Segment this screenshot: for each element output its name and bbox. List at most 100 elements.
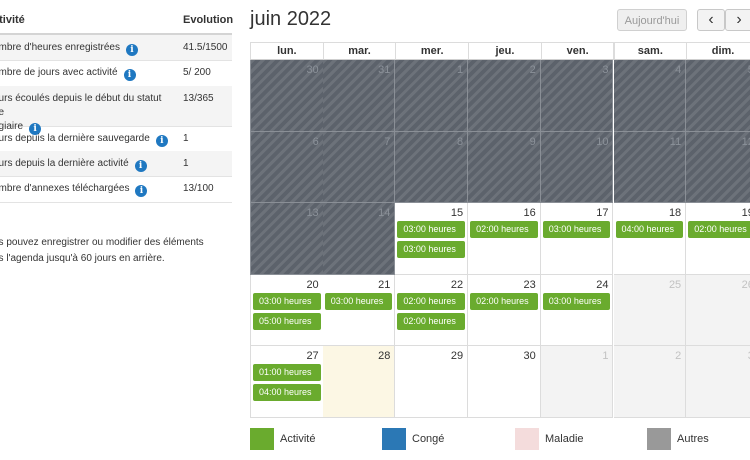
calendar-day-cell[interactable]: 5 xyxy=(686,60,750,132)
day-number: 28 xyxy=(378,350,391,362)
info-icon[interactable]: i xyxy=(123,69,136,81)
activity-event[interactable]: 04:00 heures xyxy=(615,221,684,238)
activity-event[interactable]: 01:00 heures xyxy=(253,364,321,381)
day-number: 29 xyxy=(450,350,464,362)
day-number: 1 xyxy=(602,350,609,362)
info-icon[interactable]: i xyxy=(155,135,168,147)
calendar-day-cell[interactable]: 1 xyxy=(395,60,469,132)
activity-event[interactable]: 02:00 heures xyxy=(470,292,538,310)
activity-event[interactable]: 03:00 heures xyxy=(542,221,611,238)
calendar-day-cell[interactable]: 28 xyxy=(322,346,396,418)
legend-swatch-conge xyxy=(382,428,406,450)
day-number: 24 xyxy=(596,278,609,291)
calendar-day-cell[interactable]: 23 02:00 heures xyxy=(468,274,541,346)
calendar-day-cell[interactable]: 18 04:00 heures xyxy=(613,203,687,275)
activity-event[interactable]: 03:00 heures xyxy=(397,241,466,258)
weekday-header: lun. xyxy=(250,42,324,60)
calendar-day-cell[interactable]: 3 xyxy=(686,346,750,418)
calendar-day-cell[interactable]: 14 xyxy=(322,203,396,275)
activity-event[interactable]: 02:00 heures xyxy=(397,312,466,330)
day-number: 12 xyxy=(741,135,750,148)
legend-label-maladie: Maladie xyxy=(545,433,584,445)
stat-row-days-activity: ombre de jours avec activité i 5/ 200 xyxy=(0,60,232,87)
calendar-day-cell[interactable]: 22 02:00 heures 02:00 heures xyxy=(395,274,469,346)
prev-month-button[interactable]: ‹ xyxy=(697,9,725,31)
calendar-day-cell[interactable]: 4 xyxy=(613,60,687,132)
calendar-day-cell[interactable]: 30 xyxy=(468,346,541,418)
stat-value: 5/ 200 xyxy=(183,67,211,78)
day-number: 2 xyxy=(529,64,536,76)
calendar-day-cell[interactable]: 1 xyxy=(540,346,614,418)
calendar-day-cell[interactable]: 10 xyxy=(540,131,614,203)
calendar-day-cell[interactable]: 30 xyxy=(250,60,324,132)
activity-event[interactable]: 05:00 heures xyxy=(253,312,321,330)
calendar-day-cell[interactable]: 26 xyxy=(686,274,750,346)
activity-event[interactable]: 02:00 heures xyxy=(470,221,538,238)
calendar-day-cell[interactable]: 11 xyxy=(613,131,687,203)
day-number: 30 xyxy=(306,64,319,76)
activity-event[interactable]: 03:00 heures xyxy=(542,292,611,310)
calendar-day-cell[interactable]: 16 02:00 heures xyxy=(468,203,541,275)
stat-label: ours depuis la dernière activité xyxy=(0,158,129,169)
day-number: 23 xyxy=(523,278,536,291)
day-number: 8 xyxy=(456,135,464,148)
activity-event[interactable]: 02:00 heures xyxy=(688,221,750,238)
day-number: 3 xyxy=(602,64,609,76)
stat-value: 1 xyxy=(183,133,189,144)
day-number: 30 xyxy=(523,350,536,362)
day-number: 22 xyxy=(450,278,464,291)
calendar-day-cell[interactable]: 7 xyxy=(322,131,396,203)
stat-label: ours depuis la dernière sauvegarde xyxy=(0,133,150,144)
day-number: 10 xyxy=(596,135,609,148)
activity-event[interactable]: 04:00 heures xyxy=(253,384,321,401)
calendar-day-cell[interactable]: 8 xyxy=(395,131,469,203)
agenda-note-line1: us pouvez enregistrer ou modifier des él… xyxy=(0,237,204,248)
weekday-header: mar. xyxy=(322,42,397,60)
calendar-title: juin 2022 xyxy=(250,8,332,30)
calendar-day-cell[interactable]: 9 xyxy=(468,131,541,203)
legend-swatch-maladie xyxy=(515,428,539,450)
day-number: 26 xyxy=(741,278,750,291)
stat-row-hours: ombre d'heures enregistrées i 41.5/1500 xyxy=(0,35,232,61)
calendar-day-cell[interactable]: 19 02:00 heures xyxy=(686,203,750,275)
calendar-day-cell[interactable]: 29 xyxy=(395,346,469,418)
calendar-day-cell[interactable]: 12 xyxy=(686,131,750,203)
calendar-day-cell[interactable]: 6 xyxy=(250,131,324,203)
calendar-day-cell[interactable]: 20 03:00 heures 05:00 heures xyxy=(250,274,324,346)
calendar-day-cell[interactable]: 31 xyxy=(322,60,396,132)
info-icon[interactable]: i xyxy=(135,185,148,197)
calendar-day-cell[interactable]: 21 03:00 heures xyxy=(322,274,396,346)
calendar-day-cell[interactable]: 24 03:00 heures xyxy=(540,274,614,346)
day-number: 20 xyxy=(306,278,319,291)
stat-label: ombre de jours avec activité xyxy=(0,67,118,78)
stat-value: 13/100 xyxy=(183,183,214,194)
calendar-day-cell[interactable]: 27 01:00 heures 04:00 heures xyxy=(250,346,324,418)
calendar-day-cell[interactable]: 2 xyxy=(468,60,541,132)
day-number: 4 xyxy=(675,64,682,76)
today-button[interactable]: Aujourd'hui xyxy=(617,9,687,31)
day-number: 7 xyxy=(384,135,391,148)
legend-swatch-activity xyxy=(250,428,274,450)
activity-event[interactable]: 03:00 heures xyxy=(324,292,393,310)
next-month-button[interactable]: › xyxy=(725,9,750,31)
weekday-header: mer. xyxy=(395,42,470,60)
calendar-day-cell[interactable]: 3 xyxy=(540,60,614,132)
day-number: 1 xyxy=(456,64,464,76)
activity-column-header: ctivité xyxy=(0,14,25,26)
day-number: 31 xyxy=(378,64,391,76)
activity-event[interactable]: 03:00 heures xyxy=(397,221,466,238)
day-number: 18 xyxy=(668,207,682,219)
calendar-day-cell[interactable]: 13 xyxy=(250,203,324,275)
activity-event[interactable]: 03:00 heures xyxy=(253,292,321,310)
info-icon[interactable]: i xyxy=(125,44,138,56)
calendar-day-cell[interactable]: 25 xyxy=(613,274,687,346)
day-number: 17 xyxy=(596,207,609,219)
day-number: 16 xyxy=(523,207,536,219)
calendar-day-cell[interactable]: 17 03:00 heures xyxy=(540,203,614,275)
day-number: 21 xyxy=(378,278,391,291)
calendar-day-cell[interactable]: 15 03:00 heures 03:00 heures xyxy=(395,203,469,275)
calendar-day-cell[interactable]: 2 xyxy=(613,346,687,418)
activity-event[interactable]: 02:00 heures xyxy=(397,292,466,310)
day-number: 6 xyxy=(312,135,319,148)
info-icon[interactable]: i xyxy=(134,160,147,172)
